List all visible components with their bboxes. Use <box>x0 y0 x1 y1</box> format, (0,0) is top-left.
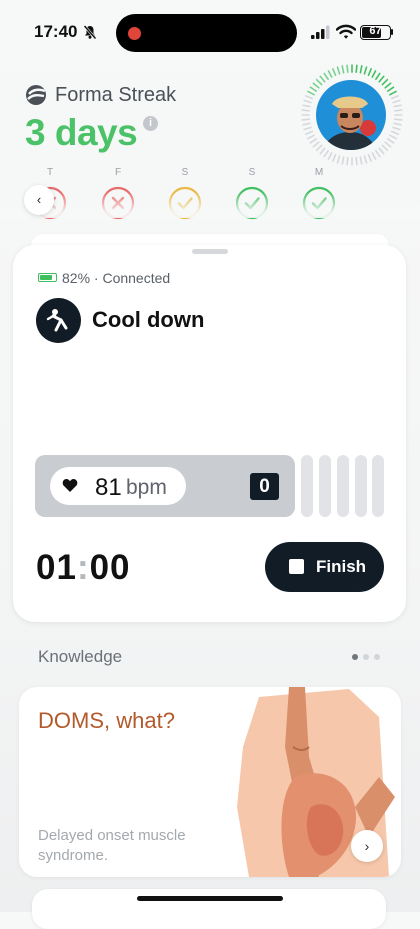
day-letter: M <box>314 167 324 178</box>
stretching-person-icon <box>36 298 81 343</box>
home-indicator[interactable] <box>137 896 283 901</box>
dynamic-island <box>116 14 297 52</box>
timer-separator: : <box>76 548 90 587</box>
completed-day-icon <box>302 186 336 220</box>
timer-minutes: 01 <box>36 548 77 587</box>
status-time: 17:40 <box>34 22 78 41</box>
day-letter: F <box>114 167 122 178</box>
battery-level: 67 <box>369 25 382 37</box>
activity-title: Cool down <box>92 307 205 332</box>
missed-day-icon <box>101 186 135 220</box>
pager-dot[interactable] <box>363 654 369 660</box>
device-battery-icon <box>38 273 57 282</box>
avatar[interactable] <box>316 80 386 150</box>
day-2[interactable]: S <box>165 167 205 225</box>
article-next-button[interactable]: › <box>351 830 383 862</box>
workout-timer: 01:00 <box>36 548 131 588</box>
day-4[interactable]: M <box>299 167 339 225</box>
stop-icon <box>289 559 304 574</box>
day-letter: S <box>248 167 256 178</box>
battery-icon: 67 <box>360 25 391 40</box>
zone-bar-1 <box>301 455 313 517</box>
info-icon[interactable]: i <box>143 116 158 131</box>
bell-muted-icon <box>83 25 97 40</box>
pager-dot[interactable] <box>374 654 380 660</box>
recording-indicator-icon <box>128 27 141 40</box>
heart-rate-zone-badge: 0 <box>250 473 279 500</box>
wifi-icon <box>336 24 356 39</box>
zone-bar-3 <box>337 455 349 517</box>
completed-day-icon <box>235 186 269 220</box>
streak-count: 3 days <box>25 112 138 153</box>
timer-seconds: 00 <box>89 548 131 587</box>
completed-day-icon <box>168 186 202 220</box>
forma-logo-icon <box>26 85 46 105</box>
zone-bar-5 <box>372 455 384 517</box>
cellular-signal-icon <box>311 25 330 39</box>
day-letter: S <box>181 167 189 178</box>
heart-icon <box>62 479 78 492</box>
finish-button-label: Finish <box>316 557 367 576</box>
knowledge-section-title: Knowledge <box>38 647 123 666</box>
sheet-grabber[interactable] <box>192 249 228 254</box>
day-1[interactable]: F <box>98 167 138 225</box>
back-button[interactable]: ‹ <box>24 185 54 215</box>
next-article-card[interactable] <box>32 889 386 929</box>
heart-rate-value: 81 <box>95 474 122 501</box>
day-3[interactable]: S <box>232 167 272 225</box>
article-title: DOMS, what? <box>38 708 175 733</box>
day-letter: T <box>46 167 54 178</box>
heart-rate-unit: bpm <box>126 476 167 499</box>
device-connection-status: 82% · Connected <box>62 270 171 286</box>
battery-nub <box>391 29 393 35</box>
brand-name: Forma Streak <box>55 84 177 106</box>
article-description: Delayed onset muscle syndrome. <box>38 827 186 864</box>
zone-bar-4 <box>355 455 367 517</box>
zone-bar-2 <box>319 455 331 517</box>
pager-dot[interactable] <box>352 654 358 660</box>
